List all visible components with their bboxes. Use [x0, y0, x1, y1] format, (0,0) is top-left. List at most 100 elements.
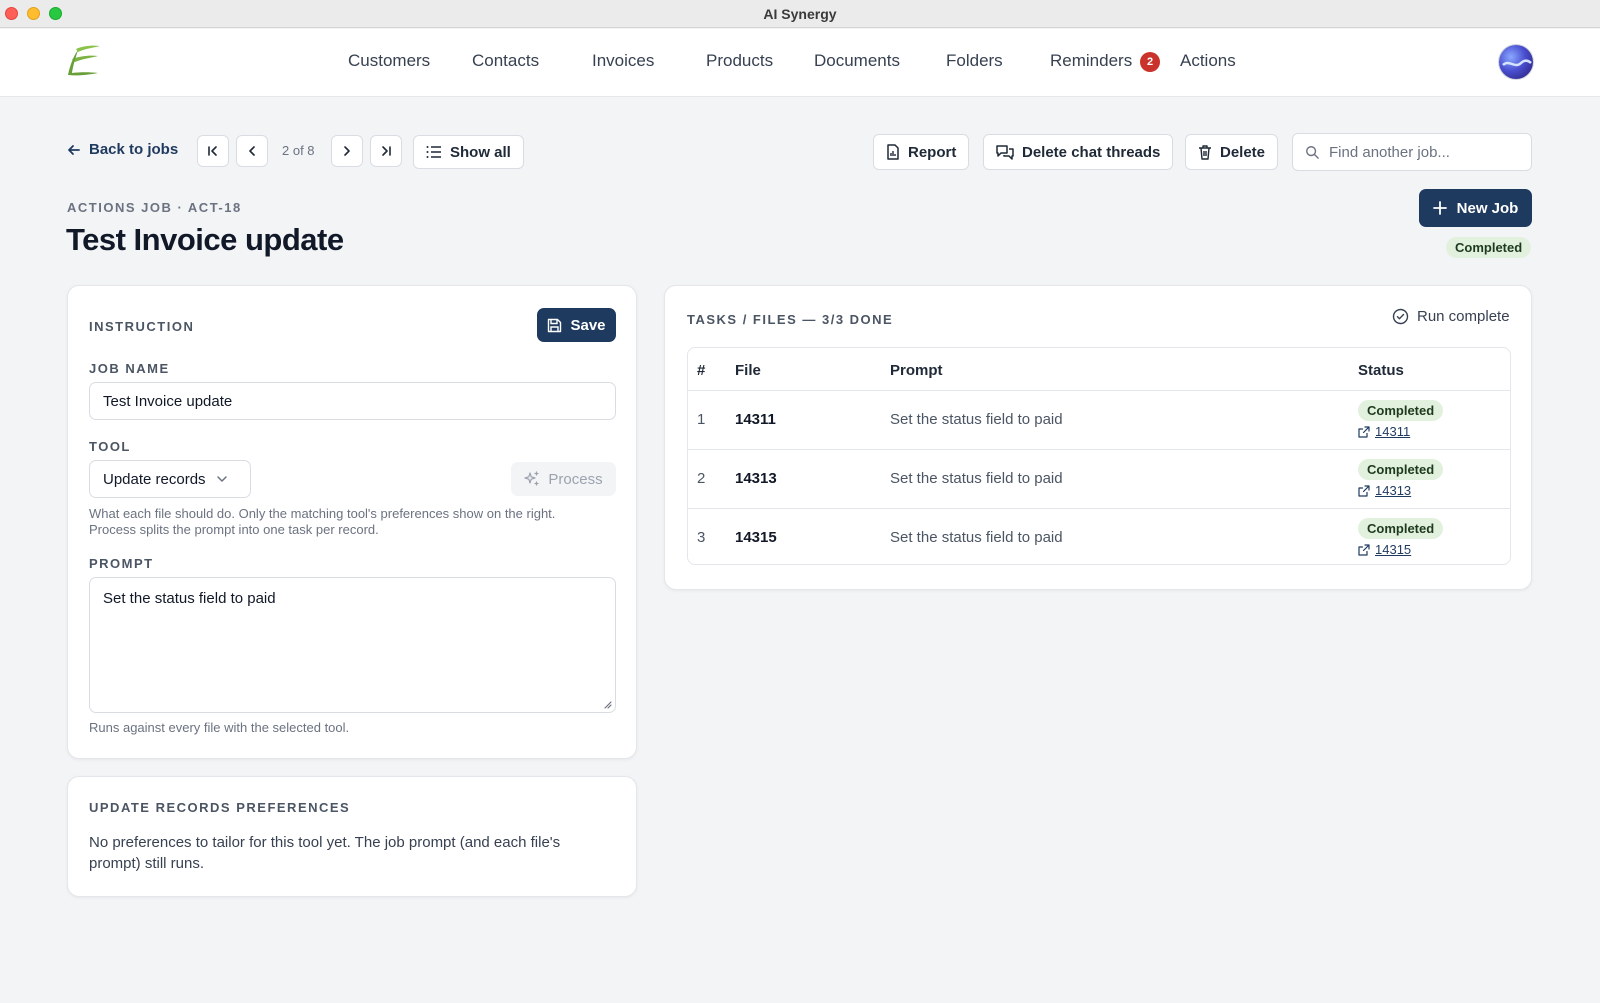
nav-folders[interactable]: Folders: [946, 51, 1003, 71]
row-status-badge: Completed: [1358, 400, 1444, 421]
record-link[interactable]: 14311: [1358, 424, 1443, 439]
job-name-input[interactable]: [89, 382, 616, 420]
tool-select-value: Update records: [103, 470, 206, 488]
external-link-icon: [1358, 543, 1370, 556]
job-toolbar: Back to jobs 2 of 8 Show all Report Dele…: [0, 133, 1600, 171]
check-circle-icon: [1392, 308, 1409, 325]
trash-icon: [1199, 145, 1211, 160]
row-number: 1: [697, 411, 706, 428]
prompt-label: PROMPT: [89, 556, 154, 571]
row-number: 2: [697, 470, 706, 487]
delete-job-button[interactable]: Delete: [1185, 134, 1279, 170]
job-pager: 2 of 8: [282, 143, 315, 158]
preferences-heading: UPDATE RECORDS PREFERENCES: [89, 800, 351, 815]
tool-select[interactable]: Update records: [89, 460, 251, 498]
chat-threads-icon: [996, 145, 1014, 160]
column-header-number: #: [697, 362, 706, 379]
nav-products[interactable]: Products: [706, 51, 773, 71]
job-status-label: Completed: [1446, 237, 1532, 258]
job-status-badge: Completed: [1446, 237, 1532, 258]
record-link[interactable]: 14313: [1358, 483, 1443, 498]
run-status-label: Run complete: [1417, 308, 1510, 325]
tool-help-line-2: Process splits the prompt into one task …: [89, 522, 379, 537]
nav-contacts[interactable]: Contacts: [472, 51, 539, 71]
nav-invoices[interactable]: Invoices: [592, 51, 654, 71]
previous-job-button[interactable]: [236, 135, 268, 167]
new-job-label: New Job: [1456, 199, 1519, 217]
search-icon: [1306, 146, 1319, 159]
instruction-card: INSTRUCTION Save JOB NAME TOOL Update re…: [67, 285, 637, 759]
row-status: Completed 14315: [1358, 518, 1444, 557]
tool-help-line-1: What each file should do. Only the match…: [89, 506, 556, 521]
row-number: 3: [697, 529, 706, 546]
nav-actions[interactable]: Actions: [1180, 51, 1236, 71]
save-label: Save: [570, 316, 606, 334]
sparkles-icon: [524, 471, 540, 486]
prompt-help: Runs against every file with the selecte…: [89, 720, 350, 735]
row-status-badge: Completed: [1358, 459, 1444, 480]
record-link-label: 14313: [1375, 483, 1412, 498]
row-status: Completed 14311: [1358, 400, 1444, 439]
back-to-jobs-link[interactable]: Back to jobs: [67, 141, 178, 158]
chevron-down-icon: [216, 476, 227, 482]
prompt-textarea[interactable]: Set the status field to paid: [89, 577, 616, 713]
row-file: 14315: [735, 529, 777, 546]
row-status: Completed 14313: [1358, 459, 1444, 498]
column-header-file: File: [735, 362, 761, 379]
show-all-button[interactable]: Show all: [413, 135, 524, 169]
page-title: Test Invoice update: [66, 222, 344, 257]
row-prompt: Set the status field to paid: [890, 411, 1063, 428]
external-link-icon: [1358, 425, 1370, 438]
job-name-label: JOB NAME: [89, 361, 170, 376]
show-all-label: Show all: [450, 143, 511, 161]
tool-label: TOOL: [89, 439, 131, 454]
new-job-button[interactable]: New Job: [1419, 189, 1532, 227]
nav-documents[interactable]: Documents: [814, 51, 900, 71]
job-kicker: ACTIONS JOB · ACT-18: [67, 200, 242, 215]
user-avatar[interactable]: [1499, 45, 1533, 79]
row-prompt: Set the status field to paid: [890, 529, 1063, 546]
app-logo[interactable]: [62, 43, 104, 79]
instruction-heading: INSTRUCTION: [89, 319, 195, 334]
chevrons-last-icon: [382, 146, 391, 156]
record-link-label: 14311: [1375, 424, 1411, 439]
table-row[interactable]: 2 14313 Set the status field to paid Com…: [688, 449, 1510, 508]
reminders-badge: 2: [1140, 52, 1160, 72]
record-link-label: 14315: [1375, 542, 1412, 557]
column-header-prompt: Prompt: [890, 362, 943, 379]
table-row[interactable]: 3 14315 Set the status field to paid Com…: [688, 508, 1510, 564]
chevron-right-icon: [344, 146, 350, 156]
process-button[interactable]: Process: [511, 462, 616, 496]
row-file: 14313: [735, 470, 777, 487]
top-nav: Customers Contacts Invoices Products Doc…: [0, 29, 1600, 97]
first-job-button[interactable]: [197, 135, 229, 167]
list-icon: [426, 146, 441, 158]
resize-grip-icon[interactable]: [602, 699, 612, 709]
job-search[interactable]: [1292, 133, 1532, 171]
row-file: 14311: [735, 411, 776, 428]
delete-chat-threads-button[interactable]: Delete chat threads: [983, 134, 1174, 170]
next-job-button[interactable]: [331, 135, 363, 167]
back-to-jobs-label: Back to jobs: [89, 141, 179, 158]
report-icon: [887, 144, 899, 160]
delete-chat-threads-label: Delete chat threads: [1022, 143, 1161, 161]
nav-reminders[interactable]: Reminders: [1050, 51, 1132, 71]
row-prompt: Set the status field to paid: [890, 470, 1063, 487]
external-link-icon: [1358, 484, 1370, 497]
record-link[interactable]: 14315: [1358, 542, 1443, 557]
nav-customers[interactable]: Customers: [348, 51, 430, 71]
tasks-table: # File Prompt Status 1 14311 Set the sta…: [687, 347, 1511, 565]
arrow-left-icon: [68, 144, 80, 155]
save-button[interactable]: Save: [537, 308, 616, 342]
save-icon: [548, 318, 562, 332]
last-job-button[interactable]: [370, 135, 402, 167]
window-titlebar: AI Synergy: [0, 0, 1600, 28]
preferences-text: No preferences to tailor for this tool y…: [89, 834, 561, 872]
report-button[interactable]: Report: [873, 134, 970, 170]
row-status-badge: Completed: [1358, 518, 1444, 539]
job-search-input[interactable]: [1329, 143, 1519, 161]
chevron-left-icon: [249, 146, 255, 156]
report-label: Report: [908, 143, 957, 161]
table-row[interactable]: 1 14311 Set the status field to paid Com…: [688, 390, 1510, 449]
plus-icon: [1432, 201, 1447, 215]
